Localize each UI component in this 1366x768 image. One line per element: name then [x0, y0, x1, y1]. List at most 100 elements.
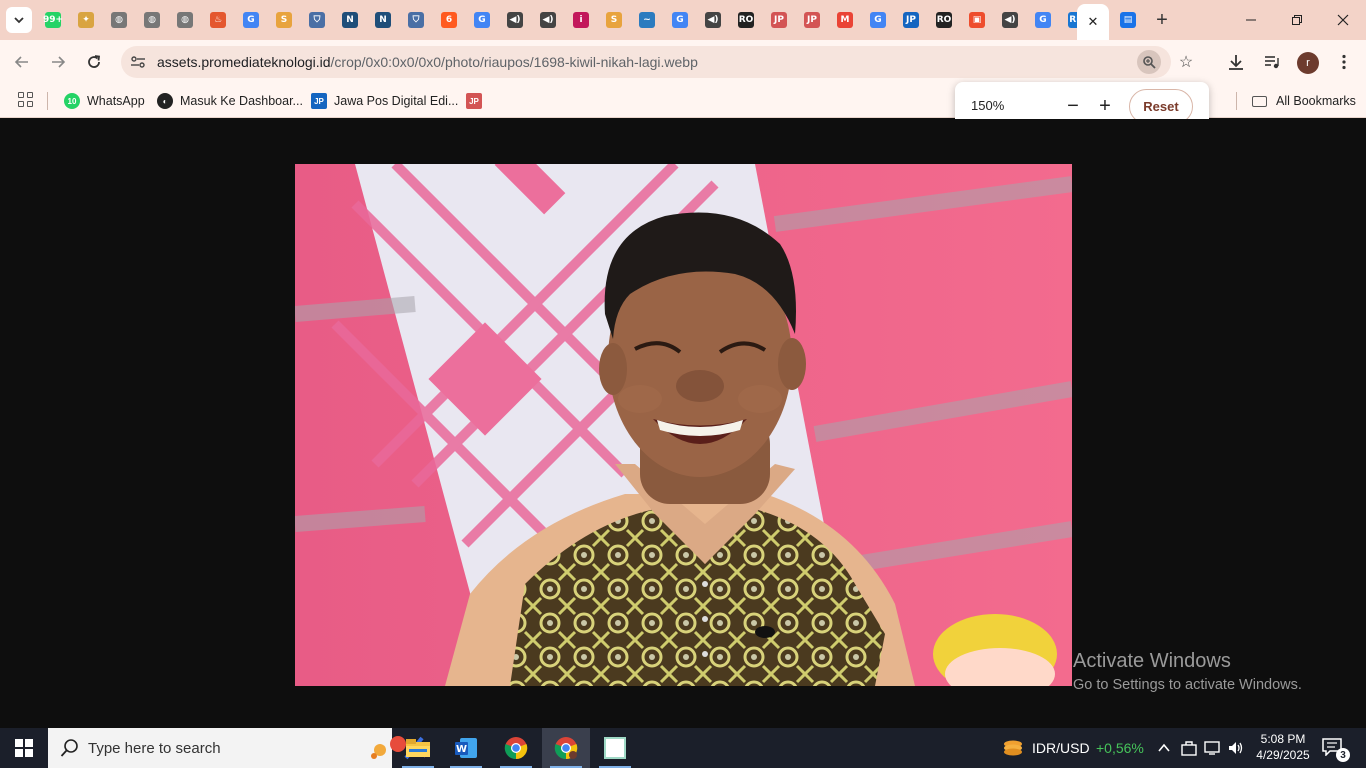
reload-button[interactable]	[82, 50, 106, 74]
tab-12[interactable]: ⛉	[401, 6, 431, 34]
bookmark-star-icon[interactable]: ☆	[1175, 51, 1197, 73]
notification-center-button[interactable]: 3	[1322, 738, 1350, 762]
coins-icon[interactable]	[1002, 737, 1024, 759]
profile-avatar[interactable]: r	[1297, 52, 1319, 74]
tab-18[interactable]: S	[599, 6, 629, 34]
tab-20[interactable]: G	[665, 6, 695, 34]
menu-button[interactable]	[1332, 50, 1356, 74]
tab-1[interactable]: 99+	[38, 6, 68, 34]
google-icon: G	[474, 12, 490, 28]
tab-14[interactable]: G	[467, 6, 497, 34]
zoom-in-button[interactable]: +	[1093, 94, 1117, 118]
bookmark-label: Jawa Pos Digital Edi...	[334, 94, 459, 108]
close-icon	[1337, 14, 1349, 26]
whatsapp-icon: 10	[64, 93, 80, 109]
apps-grid-icon[interactable]	[18, 92, 34, 108]
chrome-profile-app[interactable]	[542, 728, 590, 768]
bookmark-jp[interactable]: JP	[466, 91, 489, 111]
zoom-out-button[interactable]: −	[1061, 94, 1085, 118]
tab-31[interactable]: G	[1028, 6, 1058, 34]
bookmark-divider	[47, 92, 48, 110]
tab-16[interactable]: ◀)	[533, 6, 563, 34]
clock[interactable]: 5:08 PM 4/29/2025	[1250, 731, 1316, 763]
tab-7[interactable]: G	[236, 6, 266, 34]
minimize-button[interactable]	[1228, 6, 1274, 34]
tab-30[interactable]: ◀)	[995, 6, 1025, 34]
zoom-indicator-icon[interactable]	[1137, 50, 1161, 74]
tab-2[interactable]: ✦	[71, 6, 101, 34]
ig-icon: i	[573, 12, 589, 28]
currency-label: IDR/USD	[1032, 740, 1090, 756]
audio-icon: ◀)	[705, 12, 721, 28]
media-control-button[interactable]	[1260, 50, 1284, 74]
tab-22[interactable]: RO	[731, 6, 761, 34]
url-text[interactable]: assets.promediateknologi.id/crop/0x0:0x0…	[157, 54, 698, 70]
tab-search-button[interactable]	[6, 7, 32, 33]
tab-5[interactable]: ◍	[170, 6, 200, 34]
screen-app[interactable]	[591, 728, 639, 768]
kebab-menu-icon	[1342, 54, 1346, 70]
tab-23[interactable]: JP	[764, 6, 794, 34]
bookmark-dashboard[interactable]: ◐ Masuk Ke Dashboar...	[157, 91, 303, 111]
tab-11[interactable]: N	[368, 6, 398, 34]
back-button[interactable]	[10, 50, 34, 74]
s-icon: S	[606, 12, 622, 28]
audio-icon: ◀)	[507, 12, 523, 28]
close-window-button[interactable]	[1320, 6, 1366, 34]
forward-button[interactable]	[46, 50, 70, 74]
ro-icon: RO	[936, 12, 952, 28]
tab-forms[interactable]: ▤	[1113, 6, 1143, 34]
tab-19[interactable]: ~	[632, 6, 662, 34]
site-info-icon[interactable]	[129, 53, 147, 71]
file-explorer-app[interactable]	[394, 728, 442, 768]
chevron-up-icon[interactable]	[1155, 739, 1173, 757]
search-placeholder: Type here to search	[88, 740, 221, 757]
tab-17[interactable]: i	[566, 6, 596, 34]
tab-15[interactable]: ◀)	[500, 6, 530, 34]
tab-28[interactable]: RO	[929, 6, 959, 34]
tab-4[interactable]: ◍	[137, 6, 167, 34]
tab-8[interactable]: S	[269, 6, 299, 34]
photo-laughing-man[interactable]	[295, 164, 1072, 686]
tab-active[interactable]: ✕	[1077, 4, 1109, 40]
network-shield-icon[interactable]	[1180, 739, 1198, 757]
volume-icon[interactable]	[1227, 739, 1245, 757]
taskbar-search[interactable]: Type here to search	[48, 728, 428, 768]
chrome-icon	[554, 737, 578, 760]
svg-text:W: W	[456, 744, 467, 755]
audio-icon: ◀)	[1002, 12, 1018, 28]
tab-27[interactable]: JP	[896, 6, 926, 34]
display-icon[interactable]	[1203, 739, 1221, 757]
start-button[interactable]	[8, 736, 40, 760]
six-icon: 6	[441, 12, 457, 28]
close-tab-icon[interactable]: ✕	[1088, 14, 1099, 30]
address-bar[interactable]: assets.promediateknologi.id/crop/0x0:0x0…	[121, 46, 1193, 78]
tab-25[interactable]: M	[830, 6, 860, 34]
tab-10[interactable]: N	[335, 6, 365, 34]
toolbar: assets.promediateknologi.id/crop/0x0:0x0…	[0, 40, 1366, 84]
globe-icon: ◍	[144, 12, 160, 28]
restore-button[interactable]	[1274, 6, 1320, 34]
tab-26[interactable]: G	[863, 6, 893, 34]
reload-icon	[88, 55, 101, 68]
tab-29[interactable]: ▣	[962, 6, 992, 34]
shield-icon: ⛉	[309, 12, 325, 28]
word-app[interactable]: W	[442, 728, 490, 768]
tab-24[interactable]: JP	[797, 6, 827, 34]
tab-9[interactable]: ⛉	[302, 6, 332, 34]
bookmark-jawapos[interactable]: JP Jawa Pos Digital Edi...	[311, 91, 458, 111]
chrome-app[interactable]	[492, 728, 540, 768]
bookmark-whatsapp[interactable]: 10 WhatsApp	[64, 91, 145, 111]
taskbar: Type here to search W IDR/USD +0,56% 5:0…	[0, 728, 1366, 768]
new-tab-button[interactable]: +	[1150, 8, 1174, 32]
google-icon: G	[672, 12, 688, 28]
downloads-button[interactable]	[1224, 50, 1248, 74]
google-icon: G	[243, 12, 259, 28]
watermark-title: Activate Windows	[1073, 650, 1231, 672]
tab-21[interactable]: ◀)	[698, 6, 728, 34]
tab-13[interactable]: 6	[434, 6, 464, 34]
tab-6[interactable]: ♨	[203, 6, 233, 34]
folder-icon	[1252, 95, 1267, 107]
tab-3[interactable]: ◍	[104, 6, 134, 34]
all-bookmarks-button[interactable]: All Bookmarks	[1252, 91, 1356, 111]
